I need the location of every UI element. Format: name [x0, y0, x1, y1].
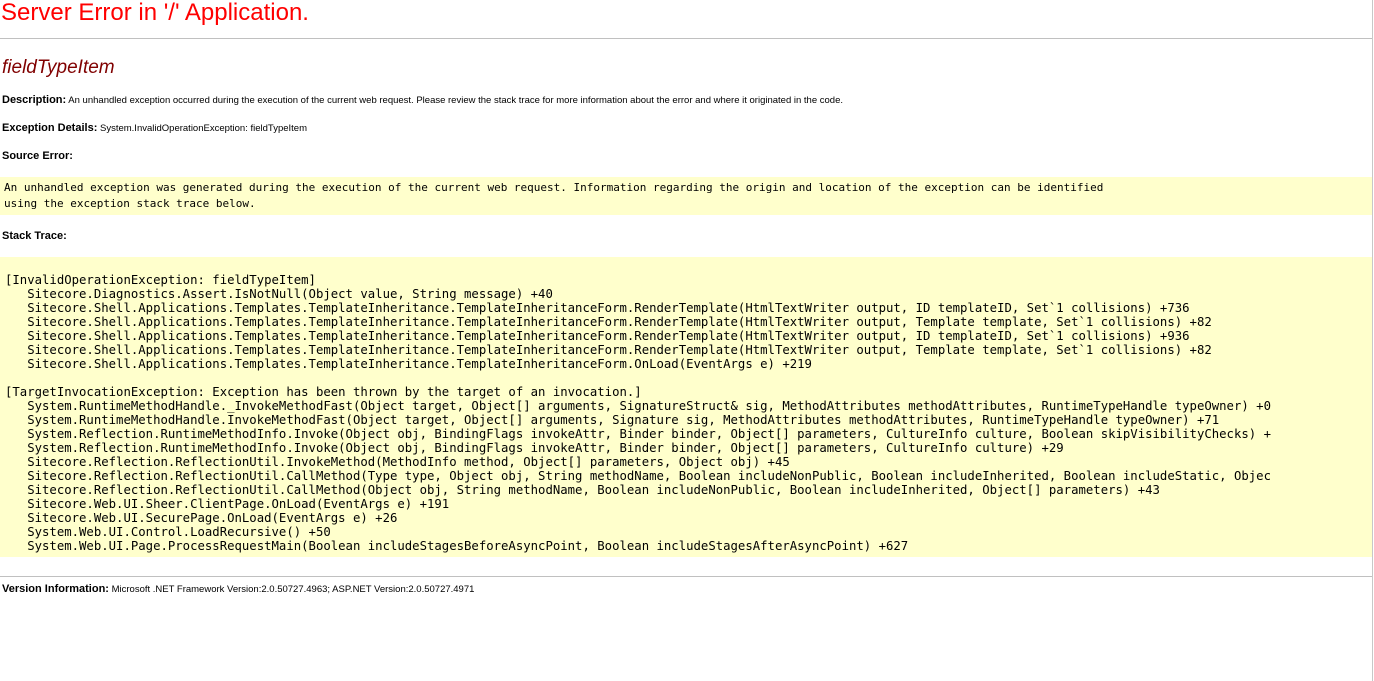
- description-text: An unhandled exception occurred during t…: [66, 95, 844, 106]
- description-label: Description:: [2, 94, 67, 106]
- description-section: Description: An unhandled exception occu…: [2, 94, 843, 107]
- source-error-section: Source Error:: [2, 150, 73, 163]
- stack-trace-section: Stack Trace:: [2, 230, 67, 243]
- source-error-label: Source Error:: [2, 150, 73, 162]
- version-divider: [0, 576, 1372, 577]
- exception-details-section: Exception Details: System.InvalidOperati…: [2, 122, 307, 135]
- source-error-text: An unhandled exception was generated dur…: [4, 181, 1104, 210]
- error-page: Server Error in '/' Application. fieldTy…: [0, 0, 1373, 681]
- page-title: Server Error in '/' Application.: [1, 0, 309, 26]
- version-information-section: Version Information: Microsoft .NET Fram…: [2, 583, 474, 596]
- title-divider: [0, 38, 1372, 39]
- error-heading: fieldTypeItem: [2, 57, 115, 78]
- stack-trace-text: [InvalidOperationException: fieldTypeIte…: [5, 273, 1271, 553]
- stack-trace-box[interactable]: [InvalidOperationException: fieldTypeIte…: [0, 257, 1372, 557]
- version-information-label: Version Information:: [2, 583, 109, 595]
- exception-details-label: Exception Details:: [2, 122, 98, 134]
- stack-trace-label: Stack Trace:: [2, 230, 67, 242]
- source-error-box: An unhandled exception was generated dur…: [0, 177, 1372, 215]
- version-information-text: Microsoft .NET Framework Version:2.0.507…: [108, 584, 475, 595]
- exception-details-text: System.InvalidOperationException: fieldT…: [97, 123, 307, 134]
